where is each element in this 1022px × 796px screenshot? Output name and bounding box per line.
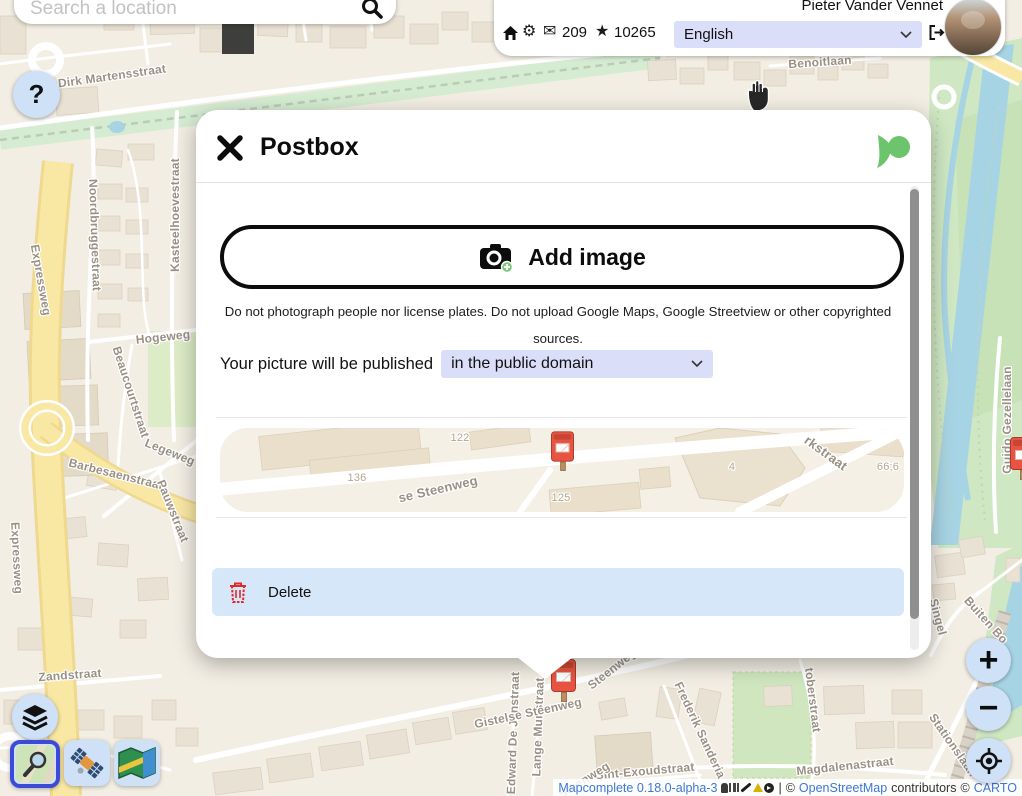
layers-button[interactable] — [12, 694, 58, 740]
postbox-marker-edge[interactable] — [1010, 437, 1022, 470]
chevron-down-icon — [691, 360, 703, 368]
language-select[interactable]: English — [674, 21, 922, 48]
minimap-postbox-marker[interactable] — [551, 431, 574, 461]
openstreetmap-link[interactable]: OpenStreetMap — [799, 781, 887, 795]
settings-gear-icon[interactable]: ⚙ — [522, 24, 536, 40]
dialog-scrollbar-thumb[interactable] — [910, 189, 919, 619]
mapcomplete-app: Dirk MartensstraatNoordbruggestraatKaste… — [0, 0, 1022, 796]
messages-envelope-icon[interactable]: ✉ — [543, 24, 556, 40]
statistics-icon — [729, 783, 739, 792]
add-image-button[interactable]: Add image — [220, 225, 904, 289]
divider — [216, 517, 907, 518]
trash-icon — [228, 581, 248, 604]
background-layer-switcher — [10, 740, 160, 788]
attribution-bar: Mapcomplete 0.18.0-alpha-3 | © OpenStree… — [553, 779, 1022, 796]
attribution-divider: | — [778, 781, 781, 795]
star-count[interactable]: 10265 — [614, 24, 656, 41]
location-minimap[interactable]: 122136125466;6se Steenwegrkstraat — [220, 428, 904, 512]
delete-button[interactable]: Delete — [212, 568, 904, 616]
license-select[interactable]: in the public domain — [441, 350, 713, 378]
layer-option-satellite[interactable] — [64, 740, 110, 786]
camera-plus-icon — [478, 241, 514, 273]
help-label: ? — [29, 79, 45, 110]
delete-label: Delete — [268, 584, 311, 601]
attribution-icons — [721, 783, 774, 793]
help-button[interactable]: ? — [13, 71, 60, 118]
zoom-in-label: + — [979, 641, 999, 680]
add-image-label: Add image — [528, 244, 646, 271]
license-value: in the public domain — [451, 355, 593, 373]
search-bar — [14, 0, 396, 24]
header-divider — [196, 182, 931, 183]
dialog-scrollbar-track[interactable] — [910, 186, 919, 650]
carto-copyright-symbol: © — [960, 781, 969, 795]
map-icon — [118, 747, 156, 779]
message-count[interactable]: 209 — [562, 24, 587, 41]
search-input[interactable] — [28, 0, 360, 22]
grab-hand-icon — [744, 78, 776, 114]
close-icon[interactable] — [216, 134, 244, 162]
mapcomplete-version-link[interactable]: Mapcomplete 0.18.0-alpha-3 — [558, 781, 717, 795]
grab-hand-cursor — [744, 78, 776, 114]
postbox-marker-pole — [561, 692, 567, 702]
user-panel: Pieter Vander Vennet ⚙ ✉ 209 ★ 10265 Eng… — [494, 0, 1005, 56]
dialog-title: Postbox — [260, 133, 359, 162]
pencil-icon — [741, 782, 752, 792]
zoom-out-label: − — [979, 689, 999, 728]
layer-option-osm[interactable] — [10, 740, 60, 788]
crosshair-icon — [975, 747, 1003, 775]
zoom-in-button[interactable]: + — [966, 638, 1011, 683]
osm-copyright-symbol: © — [786, 781, 795, 795]
postbox-dialog: Postbox Add image Do not photograph peop… — [196, 110, 931, 658]
contributor-figure-icon — [721, 783, 728, 793]
warning-icon — [753, 783, 763, 792]
star-icon[interactable]: ★ — [595, 24, 609, 40]
divider — [216, 417, 907, 418]
logout-icon[interactable] — [928, 24, 945, 41]
osm-layer-thumbnail — [16, 745, 54, 783]
license-prefix: Your picture will be published — [220, 355, 433, 374]
image-upload-notice: Do not photograph people nor license pla… — [220, 298, 896, 352]
chevron-down-icon — [900, 31, 912, 39]
avatar[interactable] — [944, 0, 1002, 56]
magnifier-icon — [21, 749, 51, 779]
zoom-out-button[interactable]: − — [966, 686, 1011, 731]
language-value: English — [684, 26, 733, 43]
play-circle-icon — [764, 783, 774, 793]
carto-link[interactable]: CARTO — [974, 781, 1017, 795]
satellite-icon — [68, 744, 106, 782]
geolocate-button[interactable] — [966, 738, 1011, 783]
license-row: Your picture will be published in the pu… — [220, 350, 713, 378]
search-icon[interactable] — [360, 0, 384, 20]
home-icon[interactable] — [502, 25, 519, 41]
layers-icon — [21, 703, 49, 731]
username: Pieter Vander Vennet — [802, 0, 944, 14]
mapcomplete-logo-icon — [873, 132, 913, 172]
layer-option-map[interactable] — [114, 740, 160, 786]
osm-contributors-text: contributors — [891, 781, 956, 795]
